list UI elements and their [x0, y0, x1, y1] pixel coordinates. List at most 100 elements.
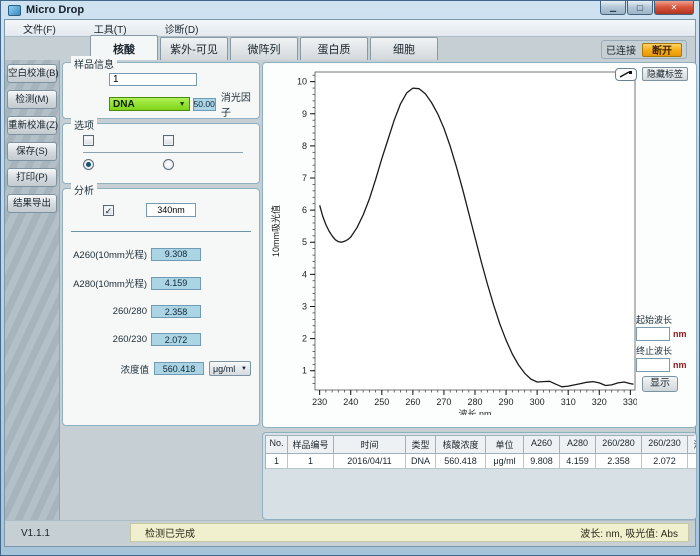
y-axis-label: 10mm吸光值: [270, 205, 281, 257]
concentration-unit-value: μg/ml: [213, 364, 235, 374]
x-tick-label: 300: [530, 397, 545, 407]
x-tick-label: 270: [436, 397, 451, 407]
chevron-down-icon: ▼: [241, 366, 247, 372]
column-header: 260/280: [596, 436, 642, 454]
show-button[interactable]: 显示: [642, 376, 678, 392]
ratio-260-280-label: 260/280: [113, 306, 147, 317]
close-button[interactable]: ✕: [654, 1, 694, 15]
extinction-factor-field[interactable]: 50.00: [193, 98, 216, 111]
column-header: 单位: [486, 436, 524, 454]
y-tick-label: 2: [302, 334, 307, 344]
ratio-260-280-field: 2.358: [151, 305, 201, 318]
plot-area: [315, 72, 635, 390]
column-header: 时间: [334, 436, 406, 454]
title-bar[interactable]: Micro Drop ▁ ▢ ✕: [4, 1, 696, 19]
menu-file[interactable]: 文件(F): [13, 20, 66, 37]
sample-type-value: DNA: [113, 99, 135, 110]
app-body: 文件(F) 工具(T) 诊断(D) 核酸 紫外-可见 微阵列 蛋白质 细胞 已连…: [4, 19, 696, 547]
x-tick-label: 250: [374, 397, 389, 407]
tab-cell[interactable]: 细胞: [370, 37, 438, 60]
column-header: 260/230: [642, 436, 688, 454]
end-wavelength-label: 终止波长: [636, 344, 694, 357]
option-checkbox-1[interactable]: [83, 135, 94, 146]
status-strip: 检测已完成 波长: nm, 吸光值: Abs: [130, 523, 689, 542]
table-cell[interactable]: 560.418: [436, 454, 486, 469]
table-cell[interactable]: 9.808: [524, 454, 560, 469]
x-tick-label: 310: [561, 397, 576, 407]
a260-value-field: 9.308: [151, 248, 201, 261]
tab-protein[interactable]: 蛋白质: [300, 37, 368, 60]
table-cell[interactable]: 2016/04/11: [334, 454, 406, 469]
tab-microarray[interactable]: 微阵列: [230, 37, 298, 60]
disconnect-button[interactable]: 断开: [642, 43, 682, 57]
menu-diagnostics[interactable]: 诊断(D): [155, 20, 209, 37]
print-button[interactable]: 打印(P): [7, 168, 57, 187]
x-tick-label: 240: [343, 397, 358, 407]
table-cell[interactable]: 1: [288, 454, 334, 469]
table-cell[interactable]: 2.358: [596, 454, 642, 469]
y-tick-label: 7: [302, 173, 307, 183]
a280-label: A280(10mm光程): [73, 276, 147, 290]
y-tick-label: 8: [302, 141, 307, 151]
export-results-button[interactable]: 结果导出: [7, 194, 57, 213]
save-button[interactable]: 保存(S): [7, 142, 57, 161]
table-cell[interactable]: 1: [266, 454, 288, 469]
hide-labels-button[interactable]: 隐藏标签: [642, 67, 688, 81]
y-tick-label: 9: [302, 109, 307, 119]
ratio-260-230-field: 2.072: [151, 333, 201, 346]
curve-legend-button[interactable]: [615, 68, 637, 81]
results-table: No.样品编号时间类型核酸浓度单位A260A280260/280260/230消…: [265, 435, 694, 469]
app-icon: [8, 5, 21, 16]
measure-button[interactable]: 检测(M): [7, 90, 57, 109]
minimize-button[interactable]: ▁: [600, 1, 626, 15]
menu-tools[interactable]: 工具(T): [84, 20, 137, 37]
results-table-panel: No.样品编号时间类型核酸浓度单位A260A280260/280260/230消…: [262, 432, 697, 520]
version-label: V1.1.1: [21, 528, 50, 539]
start-wavelength-unit: nm: [673, 329, 687, 339]
column-header: A260: [524, 436, 560, 454]
option-checkbox-2[interactable]: [163, 135, 174, 146]
sample-type-select[interactable]: DNA ▼: [109, 97, 190, 111]
sample-id-input[interactable]: [109, 73, 197, 86]
sample-info-group-label: 样品信息: [71, 56, 117, 71]
window-title: Micro Drop: [26, 4, 84, 16]
blank-calibration-button[interactable]: 空白校准(B): [7, 64, 57, 83]
end-wavelength-input[interactable]: [636, 358, 670, 372]
a260-label: A260(10mm光程): [73, 247, 147, 261]
concentration-value-field: 560.418: [154, 362, 204, 375]
start-wavelength-input[interactable]: [636, 327, 670, 341]
table-cell[interactable]: 4.159: [560, 454, 596, 469]
a280-value-field: 4.159: [151, 277, 201, 290]
analysis-divider: [71, 231, 251, 232]
ratio-260-230-label: 260/230: [113, 334, 147, 345]
maximize-button[interactable]: ▢: [627, 1, 653, 15]
table-cell[interactable]: DNA: [406, 454, 436, 469]
analysis-wavelength-input[interactable]: [146, 203, 196, 217]
column-header: 样品编号: [288, 436, 334, 454]
spectrum-chart-panel: 2302402502602702802903003103203301234567…: [262, 62, 697, 428]
table-cell[interactable]: μg/ml: [486, 454, 524, 469]
option-radio-1[interactable]: [83, 159, 94, 170]
column-header: A280: [560, 436, 596, 454]
recalibrate-button[interactable]: 重新校准(Z): [7, 116, 57, 135]
y-tick-label: 1: [302, 366, 307, 376]
table-cell[interactable]: 2.072: [642, 454, 688, 469]
x-tick-label: 230: [312, 397, 327, 407]
main-content: 空白校准(B) 检测(M) 重新校准(Z) 保存(S) 打印(P) 结果导出 样…: [5, 60, 695, 520]
analysis-group-label: 分析: [71, 182, 97, 197]
wavelength-range-controls: 起始波长 nm 终止波长 nm 显示: [636, 313, 694, 392]
column-header: 消光因子: [688, 436, 697, 454]
x-tick-label: 330: [623, 397, 637, 407]
right-panel: 2302402502602702802903003103203301234567…: [262, 62, 697, 428]
wavelength-340-checkbox[interactable]: ✓: [103, 205, 114, 216]
x-tick-label: 320: [592, 397, 607, 407]
options-divider: [83, 152, 243, 153]
x-tick-label: 280: [467, 397, 482, 407]
start-wavelength-label: 起始波长: [636, 313, 694, 326]
concentration-unit-select[interactable]: μg/ml ▼: [209, 361, 251, 376]
option-radio-2[interactable]: [163, 159, 174, 170]
y-tick-label: 10: [297, 77, 307, 87]
table-cell[interactable]: 50: [688, 454, 697, 469]
tab-uv-vis[interactable]: 紫外-可见: [160, 37, 228, 60]
connection-status-label: 已连接: [606, 42, 636, 57]
